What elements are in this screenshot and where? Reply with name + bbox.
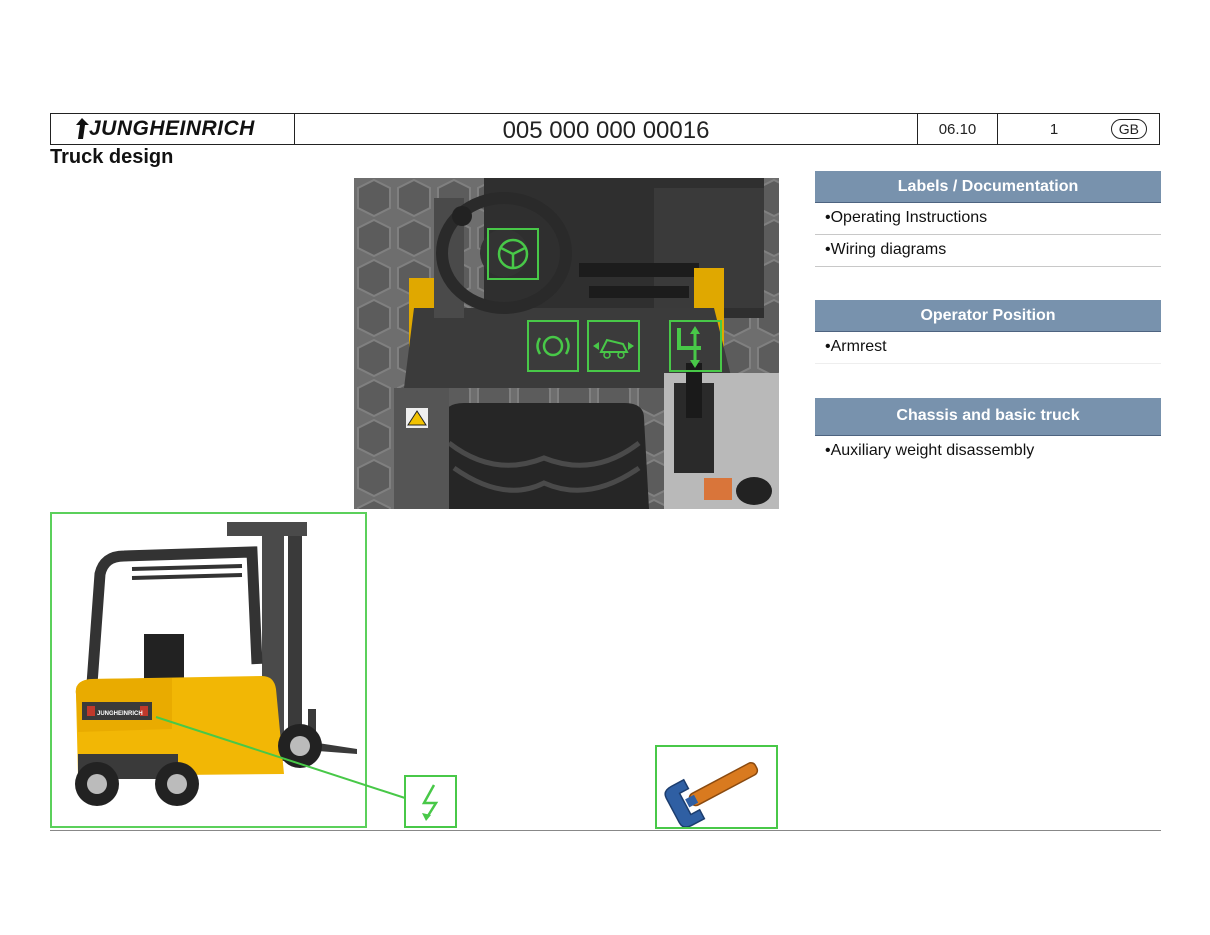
- section-labels-documentation: Labels / Documentation •Operating Instru…: [815, 171, 1161, 267]
- section-heading: Chassis and basic truck: [815, 398, 1161, 436]
- list-item-armrest[interactable]: •Armrest: [815, 332, 1161, 364]
- wrench-icon: [664, 762, 759, 828]
- list-item-operating-instructions[interactable]: •Operating Instructions: [815, 203, 1161, 235]
- list-item-auxiliary-weight[interactable]: •Auxiliary weight disassembly: [815, 436, 1161, 468]
- footer-divider: [50, 830, 1161, 831]
- electrical-hazard-icon: [421, 784, 439, 821]
- section-heading: Operator Position: [815, 300, 1161, 332]
- list-item-wiring-diagrams[interactable]: •Wiring diagrams: [815, 235, 1161, 267]
- electrical-hotspot[interactable]: [404, 775, 457, 828]
- section-chassis-basic-truck: Chassis and basic truck •Auxiliary weigh…: [815, 398, 1161, 468]
- section-heading: Labels / Documentation: [815, 171, 1161, 203]
- maintenance-hotspot[interactable]: [655, 745, 778, 829]
- section-operator-position: Operator Position •Armrest: [815, 300, 1161, 364]
